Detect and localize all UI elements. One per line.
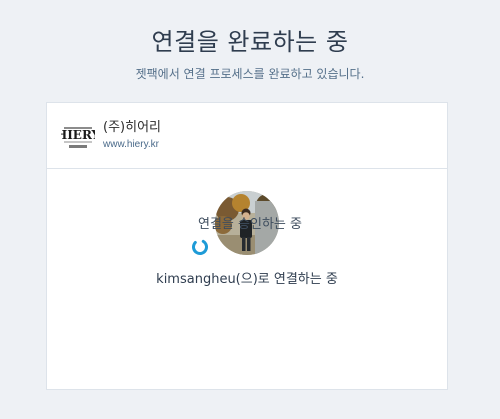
site-name: (주)히어리: [103, 119, 161, 135]
connection-card: HIERY (주)히어리 www.hiery.kr: [46, 102, 448, 390]
connecting-status-text: kimsangheu(으)로 연결하는 중: [156, 272, 338, 287]
loading-spinner-icon: [191, 238, 209, 256]
page-title: 연결을 완료하는 중: [151, 28, 349, 56]
site-info: HIERY (주)히어리 www.hiery.kr: [47, 103, 447, 169]
connection-status: kimsangheu(으)로 연결하는 중: [47, 169, 447, 389]
logo-wordmark: HIERY: [61, 128, 95, 142]
approving-status-text: 연결을 승인하는 중: [198, 217, 302, 232]
connection-page: 연결을 완료하는 중 젯팩에서 연결 프로세스를 완료하고 있습니다. HIER…: [0, 0, 500, 419]
hiery-logo: HIERY: [61, 119, 95, 153]
site-url: www.hiery.kr: [103, 138, 159, 150]
page-subtitle: 젯팩에서 연결 프로세스를 완료하고 있습니다.: [135, 67, 365, 81]
